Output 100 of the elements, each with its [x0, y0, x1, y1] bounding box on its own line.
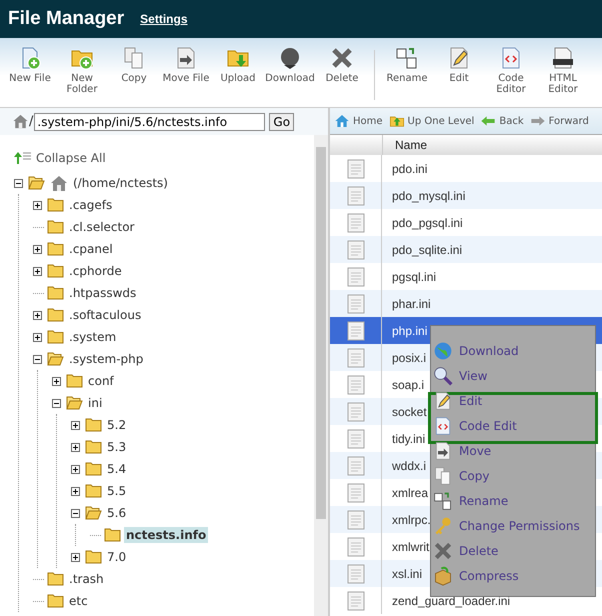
- folder-icon: [47, 242, 64, 256]
- menu-item[interactable]: Code Edit: [433, 413, 595, 438]
- toolbar-button[interactable]: Code Editor: [485, 46, 537, 95]
- folder-label[interactable]: .trash: [67, 571, 106, 587]
- key-icon: [433, 516, 453, 536]
- file-icon: [346, 402, 364, 422]
- expand-toggle[interactable]: [33, 332, 44, 342]
- file-icon: [346, 348, 364, 368]
- expand-toggle[interactable]: [33, 244, 44, 254]
- menu-item[interactable]: Rename: [433, 488, 595, 513]
- expand-toggle[interactable]: [71, 442, 82, 452]
- open-folder-icon: [66, 396, 83, 410]
- expand-toggle[interactable]: [71, 464, 82, 474]
- folder-label[interactable]: 7.0: [105, 549, 128, 565]
- expand-toggle[interactable]: [71, 486, 82, 496]
- folder-label[interactable]: .cl.selector: [67, 219, 136, 235]
- box-icon: [433, 566, 453, 586]
- open-folder-icon: [47, 352, 64, 366]
- path-field[interactable]: .system-php/ini/5.6/nctests.info: [34, 112, 266, 130]
- folder-label[interactable]: ini: [86, 395, 104, 411]
- file-row[interactable]: pdo_mysql.ini: [330, 182, 602, 209]
- file-name: tidy.ini: [391, 432, 426, 446]
- folder-label[interactable]: 5.6: [105, 505, 128, 521]
- file-icon: [346, 374, 364, 394]
- collapse-toggle[interactable]: [14, 178, 25, 188]
- collapse-all-button[interactable]: Collapse All: [14, 147, 106, 169]
- toolbar-button[interactable]: New File: [4, 46, 56, 84]
- folder-label[interactable]: .softaculous: [67, 307, 144, 323]
- folder-icon: [85, 440, 102, 454]
- column-header[interactable]: Name: [383, 135, 428, 155]
- expand-toggle[interactable]: [33, 266, 44, 276]
- folder-label[interactable]: 5.2: [105, 417, 128, 433]
- go-button[interactable]: Go: [269, 112, 294, 130]
- globe-icon: [433, 340, 453, 360]
- folder-label[interactable]: etc: [67, 593, 90, 609]
- toolbar-button[interactable]: Rename: [381, 46, 433, 84]
- toolbar-button[interactable]: Download: [264, 46, 316, 84]
- folder-icon: [47, 594, 64, 608]
- folder-icon: [47, 330, 64, 344]
- house-icon: [50, 174, 68, 192]
- open-folder-icon: [85, 506, 102, 520]
- file-name: xmlrea: [391, 486, 428, 500]
- file-row[interactable]: pdo_sqlite.ini: [330, 236, 602, 263]
- nav-button[interactable]: Forward: [530, 113, 589, 129]
- folder-label[interactable]: (/home/nctests): [71, 175, 170, 191]
- expand-toggle[interactable]: [71, 552, 82, 562]
- toolbar-button[interactable]: HTML Editor: [537, 46, 589, 95]
- file-name: socket: [391, 404, 427, 418]
- menu-item[interactable]: Move: [433, 438, 595, 463]
- copy-icon: [433, 466, 453, 486]
- toolbar-button[interactable]: Delete: [316, 46, 368, 84]
- file-name: zend_guard_loader.ini: [391, 594, 510, 608]
- menu-item[interactable]: Copy: [433, 463, 595, 488]
- scrollbar[interactable]: [314, 135, 328, 616]
- settings-link[interactable]: Settings: [140, 12, 188, 26]
- menu-item[interactable]: Change Permissions: [433, 513, 595, 538]
- nav-button[interactable]: Back: [480, 113, 524, 129]
- folder-label[interactable]: .system: [67, 329, 118, 345]
- folder-label[interactable]: 5.5: [105, 483, 128, 499]
- folder-label[interactable]: 5.3: [105, 439, 128, 455]
- collapse-toggle[interactable]: [71, 508, 82, 518]
- file-row[interactable]: phar.ini: [330, 290, 602, 317]
- toolbar-button[interactable]: Move File: [160, 46, 212, 84]
- expand-toggle[interactable]: [33, 200, 44, 210]
- file-icon: [346, 510, 364, 530]
- file-icon: [346, 590, 364, 610]
- file-name: xmlrpc.: [391, 512, 431, 526]
- folder-icon: [85, 462, 102, 476]
- toolbar-button[interactable]: Copy: [108, 46, 160, 84]
- folder-label[interactable]: conf: [86, 373, 116, 389]
- folder-label[interactable]: .cpanel: [67, 241, 115, 257]
- folder-label[interactable]: 5.4: [105, 461, 128, 477]
- expand-toggle[interactable]: [52, 376, 63, 386]
- file-name: pdo_pgsql.ini: [391, 216, 463, 230]
- expand-toggle[interactable]: [33, 310, 44, 320]
- toolbar-button[interactable]: Edit: [433, 46, 485, 84]
- file-icon: [346, 294, 364, 314]
- menu-item[interactable]: Delete: [433, 538, 595, 563]
- folder-label[interactable]: .cphorde: [67, 263, 124, 279]
- move-file-icon: [433, 440, 453, 460]
- folder-icon: [47, 220, 64, 234]
- menu-item[interactable]: View: [433, 363, 595, 388]
- folder-label[interactable]: .system-php: [67, 351, 146, 367]
- folder-icon: [85, 550, 102, 564]
- collapse-toggle[interactable]: [33, 354, 44, 364]
- toolbar-button[interactable]: New Folder: [56, 46, 108, 95]
- toolbar-button[interactable]: Upload: [212, 46, 264, 84]
- menu-item[interactable]: Download: [433, 338, 595, 363]
- folder-label[interactable]: .htpasswds: [67, 285, 138, 301]
- menu-item[interactable]: Edit: [433, 388, 595, 413]
- collapse-toggle[interactable]: [52, 398, 63, 408]
- menu-item[interactable]: Compress: [433, 563, 595, 588]
- folder-label[interactable]: nctests.info: [124, 527, 208, 543]
- folder-label[interactable]: .cagefs: [67, 197, 114, 213]
- nav-button[interactable]: Home: [334, 113, 383, 129]
- delete-icon: [330, 46, 354, 70]
- nav-button[interactable]: Up One Level: [388, 113, 474, 129]
- folder-icon: [85, 418, 102, 432]
- expand-toggle[interactable]: [71, 420, 82, 430]
- code-file-icon: [433, 416, 453, 436]
